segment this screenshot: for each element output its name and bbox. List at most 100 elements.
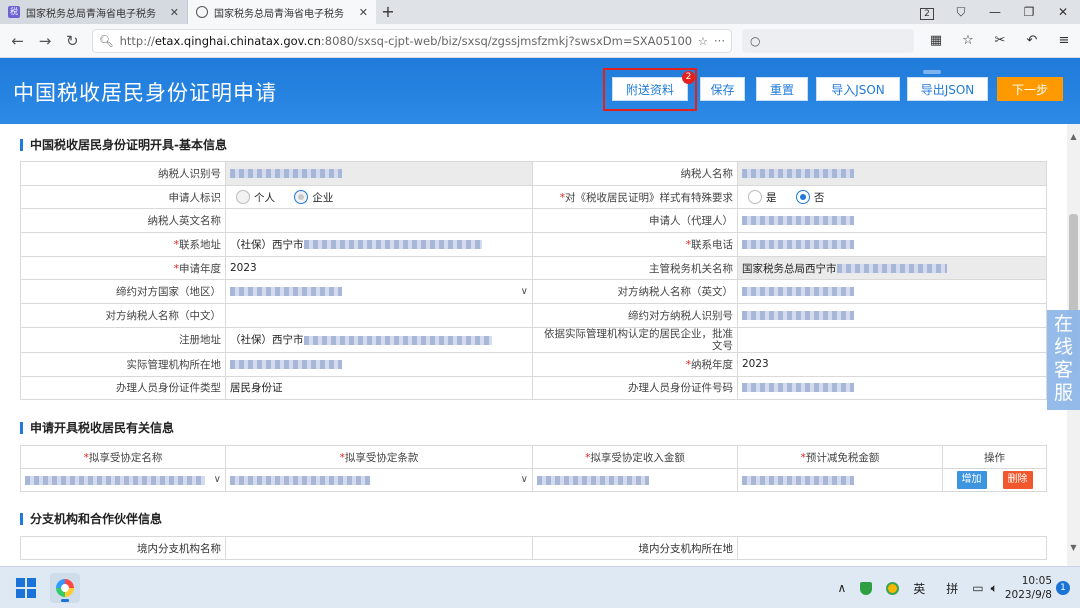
special-format-label: *对《税收居民证明》样式有特殊要求 <box>532 184 738 210</box>
favorites-icon[interactable]: ☆ <box>952 33 984 48</box>
reg-address-input[interactable]: （社保）西宁市 <box>225 326 533 353</box>
approval-no-input[interactable] <box>737 326 1047 353</box>
branch-name-input[interactable] <box>225 536 533 560</box>
security-app-icon[interactable] <box>886 581 900 595</box>
english-name-input[interactable] <box>225 208 533 234</box>
tab-count: 2 <box>920 8 934 20</box>
special-yes-radio[interactable] <box>748 190 762 205</box>
branch-name-label: 境内分支机构名称 <box>20 536 226 560</box>
clock-date: 2023/9/8 <box>1004 589 1052 601</box>
form-content: 中国税收居民身份证明开具-基本信息 纳税人识别号 纳税人名称 申请人标识 个人 … <box>0 124 1067 566</box>
scroll-down-icon[interactable]: ▼ <box>1067 543 1080 552</box>
add-row-button[interactable]: 增加 <box>956 471 987 489</box>
windows-taskbar: ∧ 英 拼 ▭ 🔈︎ 10:05 2023/9/8 1 <box>0 566 1080 608</box>
shirt-icon[interactable]: ⛉ <box>944 0 978 24</box>
counterpart-cn-name-input[interactable] <box>225 303 533 328</box>
star-icon[interactable]: ☆ <box>698 34 708 48</box>
tax-relief-input[interactable] <box>737 468 943 492</box>
window-controls: 2 ⛉ — ❐ ✕ <box>910 0 1080 24</box>
monitor-icon[interactable]: ▭ <box>972 581 983 595</box>
column-header: *拟享受协定条款 <box>225 445 533 469</box>
ime-mode-indicator[interactable]: 拼 <box>946 580 958 597</box>
id-number-label: 办理人员身份证件号码 <box>532 375 738 401</box>
clock-time: 10:05 <box>1021 575 1052 587</box>
taxpayer-name-label: 纳税人名称 <box>532 161 738 186</box>
ime-language-indicator[interactable]: 英 <box>913 580 925 597</box>
apply-year-input[interactable]: 2023 <box>225 255 533 281</box>
minimize-button[interactable]: — <box>978 0 1012 24</box>
treaty-income-input[interactable] <box>532 468 738 492</box>
menu-icon[interactable]: ≡ <box>1048 33 1080 48</box>
page-title: 中国税收居民身份证明申请 <box>13 81 277 105</box>
treaty-article-select[interactable]: ∨ <box>225 468 533 492</box>
import-json-button[interactable]: 导入JSON <box>816 77 900 101</box>
scroll-up-icon[interactable]: ▲ <box>1067 132 1080 141</box>
shield-icon[interactable] <box>860 581 873 595</box>
speaker-icon[interactable]: 🔈︎ <box>991 581 998 596</box>
contact-phone-label: *联系电话 <box>532 232 738 257</box>
save-button[interactable]: 保存 <box>700 77 745 101</box>
reload-button[interactable]: ↻ <box>59 32 86 50</box>
contact-phone-input[interactable] <box>737 232 1047 257</box>
address-bar[interactable]: 🔍︎ http://etax.qinghai.chinatax.gov.cn:8… <box>91 28 732 53</box>
branch-location-input[interactable] <box>737 536 1047 560</box>
section-title-tax: 申请开具税收居民有关信息 <box>20 422 174 434</box>
online-service-tab[interactable]: 在线客服 <box>1047 310 1080 410</box>
taxpayer-id-label: 纳税人识别号 <box>20 161 226 186</box>
restore-button[interactable]: ❐ <box>1012 0 1046 24</box>
chevron-up-icon[interactable]: ∧ <box>837 581 846 595</box>
globe-icon <box>196 6 208 18</box>
forward-button[interactable]: → <box>31 32 58 50</box>
export-json-button[interactable]: 导出JSON <box>907 77 988 101</box>
clock[interactable]: 10:05 2023/9/8 <box>1005 574 1052 602</box>
counterpart-en-name-input[interactable] <box>737 279 1047 305</box>
window-close-button[interactable]: ✕ <box>1046 0 1080 24</box>
agent-field[interactable] <box>737 208 1047 234</box>
new-tab-button[interactable]: + <box>376 0 400 24</box>
id-type-label: 办理人员身份证件类型 <box>20 375 226 401</box>
table-row: 纳税人识别号 纳税人名称 <box>20 161 1047 186</box>
branch-location-label: 境内分支机构所在地 <box>532 536 738 560</box>
treaty-country-select[interactable]: ∨ <box>225 279 533 305</box>
url-text: http://etax.qinghai.chinatax.gov.cn:8080… <box>119 33 692 48</box>
browser-tab-1[interactable]: 税 国家税务总局青海省电子税务 ✕ <box>0 0 188 24</box>
close-icon[interactable]: ✕ <box>170 6 179 19</box>
radio-label: 个人 <box>254 191 275 204</box>
grid-icon[interactable]: ▦ <box>920 33 952 48</box>
id-type-select[interactable]: 居民身份证 <box>225 375 533 401</box>
contact-address-input[interactable]: （社保）西宁市 <box>225 232 533 257</box>
table-row: 申请人标识 个人 企业 *对《税收居民证明》样式有特殊要求 是 否 <box>20 184 1047 210</box>
close-icon[interactable]: ✕ <box>359 6 368 19</box>
back-button[interactable]: ← <box>4 32 31 50</box>
tax-year-input[interactable]: 2023 <box>737 351 1047 377</box>
row-actions: 增加 删除 <box>942 468 1047 492</box>
delete-row-button[interactable]: 删除 <box>1002 471 1033 489</box>
mgmt-location-input[interactable] <box>225 351 533 377</box>
radio-label: 否 <box>813 191 825 204</box>
search-box[interactable]: ○ <box>741 28 914 53</box>
radio-label: 企业 <box>312 191 334 204</box>
special-no-radio[interactable] <box>795 190 810 205</box>
next-step-button[interactable]: 下一步 <box>997 77 1063 101</box>
tab-count-button[interactable]: 2 <box>910 0 944 24</box>
windows-start-icon[interactable] <box>16 578 36 598</box>
applicant-enterprise-radio[interactable] <box>294 190 309 205</box>
treaty-name-select[interactable]: ∨ <box>20 468 226 492</box>
counterpart-tin-input[interactable] <box>737 303 1047 328</box>
section-title-basic: 中国税收居民身份证明开具-基本信息 <box>20 139 227 151</box>
agent-label: 申请人（代理人） <box>532 208 738 234</box>
browser-tab-title: 国家税务总局青海省电子税务 <box>26 8 156 20</box>
browser-tab-2[interactable]: 国家税务总局青海省电子税务 ✕ <box>188 0 376 24</box>
applicant-individual-radio[interactable] <box>236 190 250 205</box>
scissors-icon[interactable]: ✂ <box>984 33 1016 48</box>
table-row: 缔约对方国家（地区） ∨ 对方纳税人名称（英文） <box>20 279 1047 305</box>
id-number-input[interactable] <box>737 375 1047 401</box>
taxpayer-id-field <box>225 161 533 186</box>
browser-app-icon[interactable] <box>50 573 80 603</box>
more-icon[interactable]: ··· <box>714 34 725 48</box>
chevron-down-icon: ∨ <box>520 285 528 297</box>
reset-button[interactable]: 重置 <box>756 77 808 101</box>
table-row: 办理人员身份证件类型 居民身份证 办理人员身份证件号码 <box>20 375 1047 401</box>
undo-icon[interactable]: ↶ <box>1016 33 1048 48</box>
notification-badge[interactable]: 1 <box>1056 581 1070 595</box>
